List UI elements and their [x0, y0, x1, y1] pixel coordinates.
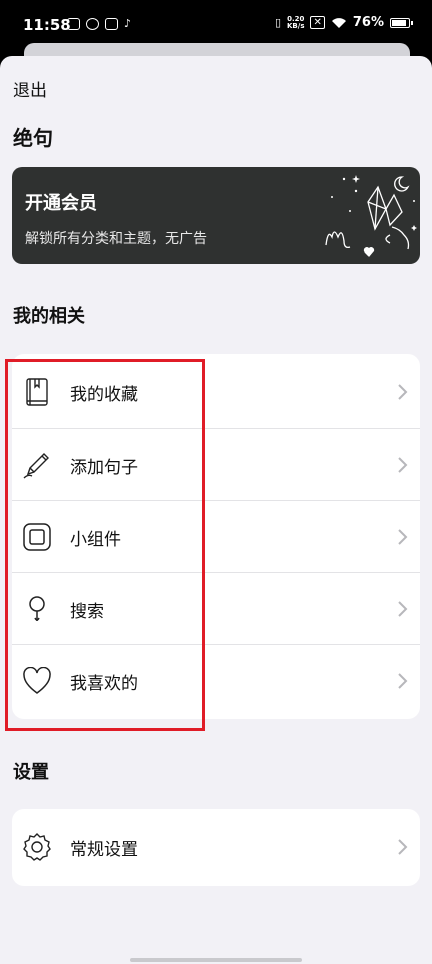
list-item-label: 常规设置	[70, 839, 138, 860]
list-item-general-settings[interactable]: 常规设置	[12, 811, 420, 883]
vip-banner[interactable]: 开通会员 解锁所有分类和主题，无广告	[12, 167, 420, 264]
chevron-right-icon	[398, 384, 408, 400]
chevron-right-icon	[398, 529, 408, 545]
home-indicator	[130, 958, 302, 962]
app-notification-icon	[67, 17, 80, 30]
highlight-box	[5, 359, 205, 731]
exit-button[interactable]: 退出	[13, 76, 47, 101]
net-speed: 0.20 KB/s	[287, 15, 305, 30]
section-title-settings: 设置	[13, 762, 49, 783]
chevron-right-icon	[398, 601, 408, 617]
chevron-right-icon	[398, 457, 408, 473]
app-notification-icon	[105, 17, 118, 30]
settings-list: 常规设置	[12, 809, 420, 886]
battery-icon	[390, 17, 413, 28]
section-title-my: 我的相关	[13, 306, 85, 327]
page-title: 绝句	[13, 126, 53, 150]
vip-title: 开通会员	[25, 193, 97, 214]
battery-percent: 76%	[352, 15, 384, 30]
wifi-icon	[331, 17, 346, 28]
status-time: 11:58	[23, 16, 71, 34]
notification-icons: ♪	[67, 17, 131, 30]
tiktok-icon: ♪	[124, 17, 132, 30]
status-indicators: ▯ 0.20 KB/s ✕ 76%	[274, 15, 413, 30]
net-speed-unit: KB/s	[287, 21, 305, 30]
vibrate-icon: ▯	[274, 16, 281, 29]
vip-subtitle: 解锁所有分类和主题，无广告	[25, 231, 207, 247]
sim-icon: ✕	[310, 16, 325, 29]
status-bar: 11:58 ♪ ▯ 0.20 KB/s ✕ 76%	[0, 0, 432, 46]
app-notification-icon	[86, 17, 99, 30]
chevron-right-icon	[398, 673, 408, 689]
chevron-right-icon	[398, 839, 408, 855]
gear-icon	[22, 832, 52, 862]
crystal-illustration-icon	[325, 175, 417, 257]
